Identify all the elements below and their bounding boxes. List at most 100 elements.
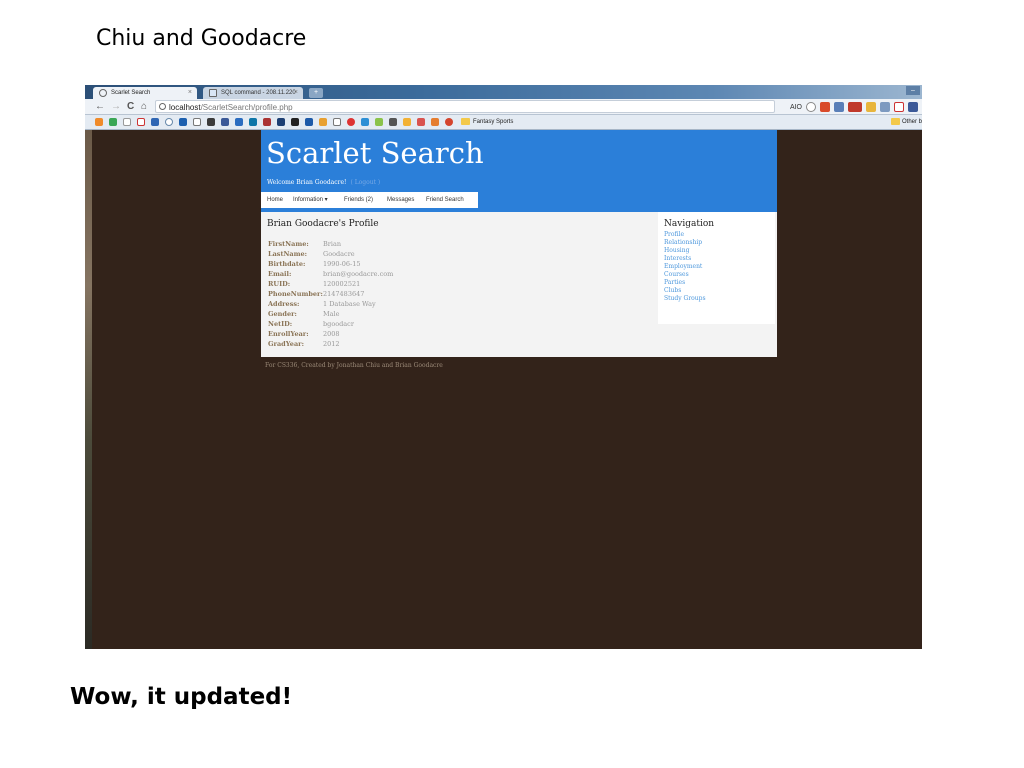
field-value: brian@goodacre.com — [323, 270, 394, 278]
bookmark-icon[interactable] — [431, 118, 439, 126]
profile-field-lastname: LastName: Goodacre — [268, 250, 355, 258]
bookmark-icon[interactable] — [361, 118, 369, 126]
menu-information[interactable]: Information ▾ — [293, 192, 328, 208]
nav-link-housing[interactable]: Housing — [664, 247, 689, 255]
nav-link-interests[interactable]: Interests — [664, 255, 691, 263]
nav-link-profile[interactable]: Profile — [664, 231, 684, 239]
slide-title: Chiu and Goodacre — [96, 26, 307, 51]
profile-heading: Brian Goodacre's Profile — [267, 219, 379, 229]
linkedin-icon[interactable] — [249, 118, 257, 126]
nav-link-parties[interactable]: Parties — [664, 279, 685, 287]
field-label: GradYear: — [268, 340, 304, 348]
bookmark-icon[interactable] — [235, 118, 243, 126]
gmail-icon[interactable] — [137, 118, 145, 126]
profile-field-phonenumber: PhoneNumber:2147483647 — [268, 290, 364, 298]
star-bookmark-icon[interactable] — [806, 102, 816, 112]
bookmark-icon[interactable] — [151, 118, 159, 126]
tab-label: Scarlet Search — [111, 90, 151, 96]
bookmark-icon[interactable] — [109, 118, 117, 126]
field-value: 2012 — [323, 340, 340, 348]
field-label: FirstName: — [268, 240, 309, 248]
aio-extension[interactable]: AIO — [790, 104, 802, 111]
field-value: Goodacre — [323, 250, 355, 258]
field-label: Birthdate: — [268, 260, 306, 268]
site-header: Scarlet Search Welcome Brian Goodacre!( … — [261, 130, 777, 212]
gmail-icon[interactable] — [894, 102, 904, 112]
extension-icon[interactable] — [848, 102, 862, 112]
bookmark-icon[interactable] — [207, 118, 215, 126]
field-value: 120002521 — [323, 280, 361, 288]
field-value: bgoodacr — [323, 320, 354, 328]
bookmark-icon[interactable] — [445, 118, 453, 126]
browser-screenshot: Scarlet Search × SQL command - 208.11.22… — [85, 85, 922, 649]
menu-friend-search[interactable]: Friend Search — [426, 192, 464, 208]
nav-link-study-groups[interactable]: Study Groups — [664, 295, 706, 303]
database-icon — [209, 89, 217, 97]
bookmark-icon[interactable] — [417, 118, 425, 126]
nav-link-employment[interactable]: Employment — [664, 263, 702, 271]
extension-icon[interactable] — [820, 102, 830, 112]
close-tab-icon[interactable]: × — [188, 87, 192, 99]
tab-scarlet-search[interactable]: Scarlet Search × — [93, 87, 197, 99]
bookmark-icon[interactable] — [305, 118, 313, 126]
bookmark-icon[interactable] — [375, 118, 383, 126]
bookmarks-bar: Fantasy Sports Other b — [85, 115, 922, 130]
new-tab-button[interactable]: + — [309, 88, 323, 98]
address-path: /ScarletSearch/profile.php — [200, 103, 293, 112]
bookmark-fantasy-sports[interactable]: Fantasy Sports — [473, 117, 513, 127]
nav-link-clubs[interactable]: Clubs — [664, 287, 681, 295]
address-host: localhost — [169, 103, 201, 112]
bookmark-icon[interactable] — [389, 118, 397, 126]
logout-link[interactable]: ( Logout ) — [350, 179, 380, 186]
extension-icon[interactable] — [880, 102, 890, 112]
bookmark-icon[interactable] — [347, 118, 355, 126]
facebook-icon[interactable] — [221, 118, 229, 126]
field-label: PhoneNumber: — [268, 290, 323, 298]
bookmark-other[interactable]: Other b — [902, 117, 922, 127]
nav-link-courses[interactable]: Courses — [664, 271, 689, 279]
bookmark-icon[interactable] — [95, 118, 103, 126]
bookmark-icon[interactable] — [319, 118, 327, 126]
bookmark-icon[interactable] — [333, 118, 341, 126]
globe-icon — [99, 89, 107, 97]
back-button[interactable]: ← — [95, 100, 105, 114]
welcome-text: Welcome Brian Goodacre! — [267, 179, 347, 186]
tab-sql-command[interactable]: SQL command - 208.11.220 × — [203, 87, 303, 99]
profile-field-gradyear: GradYear: 2012 — [268, 340, 340, 348]
site-title[interactable]: Scarlet Search — [266, 136, 484, 170]
extension-tray: AIO — [790, 101, 918, 113]
profile-field-email: Email: brian@goodacre.com — [268, 270, 393, 278]
bookmark-icon[interactable] — [403, 118, 411, 126]
bookmark-icon[interactable] — [291, 118, 299, 126]
desktop-edge — [85, 130, 92, 649]
tab-bar: Scarlet Search × SQL command - 208.11.22… — [85, 85, 922, 99]
bookmark-icon[interactable] — [179, 118, 187, 126]
menu-messages[interactable]: Messages — [387, 192, 414, 208]
address-bar[interactable]: localhost/ScarletSearch/profile.php — [155, 100, 775, 113]
bookmark-icon[interactable] — [165, 118, 173, 126]
bookmark-icon[interactable] — [193, 118, 201, 126]
field-value: Male — [323, 310, 340, 318]
extension-icon[interactable] — [834, 102, 844, 112]
bookmark-icon[interactable] — [263, 118, 271, 126]
field-value: 1 Database Way — [323, 300, 376, 308]
navigation-sidebar: Navigation Profile Relationship Housing … — [658, 212, 775, 324]
extension-icon[interactable] — [866, 102, 876, 112]
forward-button[interactable]: → — [111, 100, 121, 114]
main-menu: Home Information ▾ Friends (2) Messages … — [261, 192, 478, 208]
menu-friends[interactable]: Friends (2) — [344, 192, 373, 208]
welcome-message: Welcome Brian Goodacre!( Logout ) — [267, 179, 380, 186]
bookmark-icon[interactable] — [277, 118, 285, 126]
menu-home[interactable]: Home — [267, 192, 283, 208]
reload-button[interactable]: C — [127, 100, 134, 114]
field-label: Email: — [268, 270, 292, 278]
page-info-icon — [159, 103, 166, 110]
facebook-icon[interactable] — [908, 102, 918, 112]
close-tab-icon[interactable]: × — [294, 87, 298, 99]
profile-field-address: Address: 1 Database Way — [268, 300, 376, 308]
minimize-button[interactable]: – — [906, 86, 920, 95]
home-button[interactable]: ⌂ — [141, 100, 147, 114]
field-value: 1990-06-15 — [323, 260, 361, 268]
nav-link-relationship[interactable]: Relationship — [664, 239, 702, 247]
google-icon[interactable] — [123, 118, 131, 126]
